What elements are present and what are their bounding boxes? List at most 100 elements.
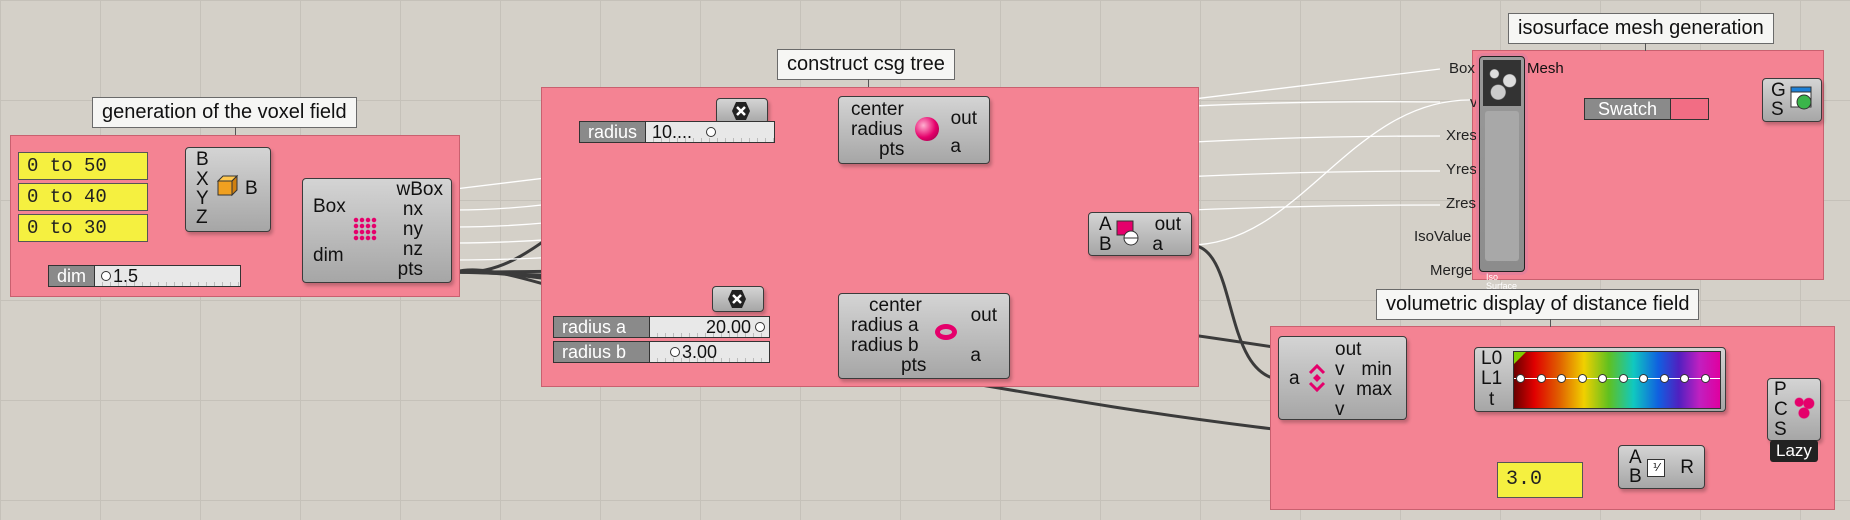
input-port-x[interactable]: X [196, 170, 209, 189]
torus-distance-component[interactable]: center radius a radius b pts out a [838, 293, 1010, 379]
bounds-component[interactable]: a out v v v min max [1278, 336, 1407, 420]
slider-value-text: 10.... [652, 122, 693, 142]
radius-b-slider[interactable]: radius b 3.00 [553, 341, 770, 363]
swatch-color[interactable] [1671, 99, 1708, 119]
output-port-nx[interactable]: nx [403, 200, 423, 219]
gradient-grip[interactable] [1578, 374, 1587, 383]
input-port-box[interactable]: Box [313, 197, 346, 216]
range-panel-x[interactable]: 0 to 50 [18, 152, 148, 180]
gradient-grip[interactable] [1680, 374, 1689, 383]
color-swatch[interactable]: Swatch [1584, 98, 1709, 120]
input-port-z[interactable]: Z [196, 208, 208, 227]
input-port-xres[interactable]: Xres [1446, 127, 1477, 144]
center-param-2[interactable] [712, 286, 764, 312]
isosurface-component[interactable]: Iso Surface [1479, 56, 1525, 291]
output-port-b[interactable]: B [245, 179, 258, 198]
sphere-icon [915, 117, 939, 141]
output-port-wbox[interactable]: wBox [397, 180, 443, 199]
input-port-merge[interactable]: Merge [1430, 262, 1473, 279]
output-port-max[interactable]: max [1356, 380, 1392, 399]
output-port-a[interactable]: a [950, 137, 961, 156]
slider-label: radius [580, 122, 647, 142]
slider-value[interactable]: 3.00 [650, 342, 769, 362]
output-port-v1[interactable]: v [1335, 360, 1345, 379]
input-port-a[interactable]: A [1099, 215, 1112, 234]
box-icon [216, 174, 239, 197]
input-port-center[interactable]: center [869, 296, 922, 315]
output-port-ny[interactable]: ny [403, 220, 423, 239]
gradient-grip[interactable] [1598, 374, 1607, 383]
input-port-c[interactable]: C [1774, 400, 1788, 419]
output-port-mesh[interactable]: Mesh [1527, 60, 1564, 77]
output-port-v3[interactable]: v [1335, 400, 1345, 419]
grasshopper-canvas[interactable]: generation of the voxel field construct … [0, 0, 1850, 520]
gradient-grip[interactable] [1639, 374, 1648, 383]
output-port-out[interactable]: out [1335, 340, 1361, 359]
input-port-b[interactable]: B [1629, 467, 1642, 486]
output-port-nz[interactable]: nz [403, 240, 423, 259]
input-port-a[interactable]: a [1289, 369, 1300, 388]
gradient-grip[interactable] [1701, 374, 1710, 383]
gradient-grip[interactable] [1516, 374, 1525, 383]
custom-preview-component[interactable]: G S [1762, 78, 1822, 122]
input-port-center[interactable]: center [851, 100, 904, 119]
slider-value[interactable]: 20.00 [650, 317, 769, 337]
input-port-yres[interactable]: Yres [1446, 161, 1477, 178]
slider-grip[interactable] [670, 347, 680, 357]
output-port-out[interactable]: out [971, 306, 997, 325]
output-port-pts[interactable]: pts [398, 260, 423, 279]
dim-slider[interactable]: dim 1.5 [48, 265, 241, 287]
input-port-box[interactable]: Box [1449, 60, 1475, 77]
radius-a-slider[interactable]: radius a 20.00 [553, 316, 770, 338]
output-port-min[interactable]: min [1361, 360, 1392, 379]
input-port-g[interactable]: G [1771, 81, 1786, 100]
input-port-radius-a[interactable]: radius a [851, 316, 919, 335]
input-port-b[interactable]: B [1099, 235, 1112, 254]
output-port-v2[interactable]: v [1335, 380, 1345, 399]
point-cloud-display-component[interactable]: P C S [1767, 378, 1821, 441]
input-port-s[interactable]: S [1774, 420, 1787, 439]
gradient-grip[interactable] [1660, 374, 1669, 383]
iso-surface-icon [1483, 60, 1521, 106]
slider-value[interactable]: 1.5 [95, 266, 240, 286]
input-port-radius-b[interactable]: radius b [851, 336, 919, 355]
slider-grip[interactable] [101, 271, 112, 281]
output-port-out[interactable]: out [951, 109, 977, 128]
division-component[interactable]: A B ⅟ R [1618, 445, 1705, 489]
output-port-a[interactable]: a [1152, 235, 1163, 254]
slider-value[interactable]: 10.... [646, 122, 774, 142]
voxel-grid-component[interactable]: Box dim wBox nx ny nz pts [302, 178, 452, 283]
input-port-pts[interactable]: pts [879, 140, 904, 159]
gradient-component[interactable]: L0 L1 t [1474, 347, 1726, 412]
gradient-grip[interactable] [1557, 374, 1566, 383]
input-port-top[interactable]: B [196, 150, 209, 169]
output-port-out[interactable]: out [1155, 215, 1181, 234]
slider-grip[interactable] [706, 127, 717, 137]
input-port-radius[interactable]: radius [851, 120, 903, 139]
output-port-r[interactable]: R [1680, 458, 1694, 477]
input-port-zres[interactable]: Zres [1446, 195, 1476, 212]
value-panel[interactable]: 3.0 [1497, 462, 1583, 498]
range-panel-y[interactable]: 0 to 40 [18, 183, 148, 211]
input-port-l1[interactable]: L1 [1481, 369, 1502, 388]
input-port-p[interactable]: P [1774, 380, 1787, 399]
box-from-domains-component[interactable]: B X Y Z B [185, 147, 271, 232]
slider-grip[interactable] [755, 322, 765, 332]
output-port-a[interactable]: a [970, 346, 981, 365]
sphere-distance-component[interactable]: center radius pts out a [838, 96, 990, 164]
boolean-union-component[interactable]: A B out a [1088, 212, 1192, 256]
range-panel-z[interactable]: 0 to 30 [18, 214, 148, 242]
input-port-pts[interactable]: pts [901, 356, 926, 375]
input-port-y[interactable]: Y [196, 189, 209, 208]
gradient-grip[interactable] [1619, 374, 1628, 383]
input-port-v[interactable]: v [1470, 94, 1478, 111]
radius-slider[interactable]: radius 10.... [579, 121, 775, 143]
input-port-a[interactable]: A [1629, 448, 1642, 467]
gradient-grip[interactable] [1537, 374, 1546, 383]
input-port-isovalue[interactable]: IsoValue [1414, 228, 1471, 245]
input-port-l0[interactable]: L0 [1481, 349, 1502, 368]
input-port-dim[interactable]: dim [313, 246, 344, 265]
input-port-s[interactable]: S [1771, 100, 1784, 119]
input-port-t[interactable]: t [1489, 390, 1494, 409]
group-title-tick [1645, 43, 1646, 51]
